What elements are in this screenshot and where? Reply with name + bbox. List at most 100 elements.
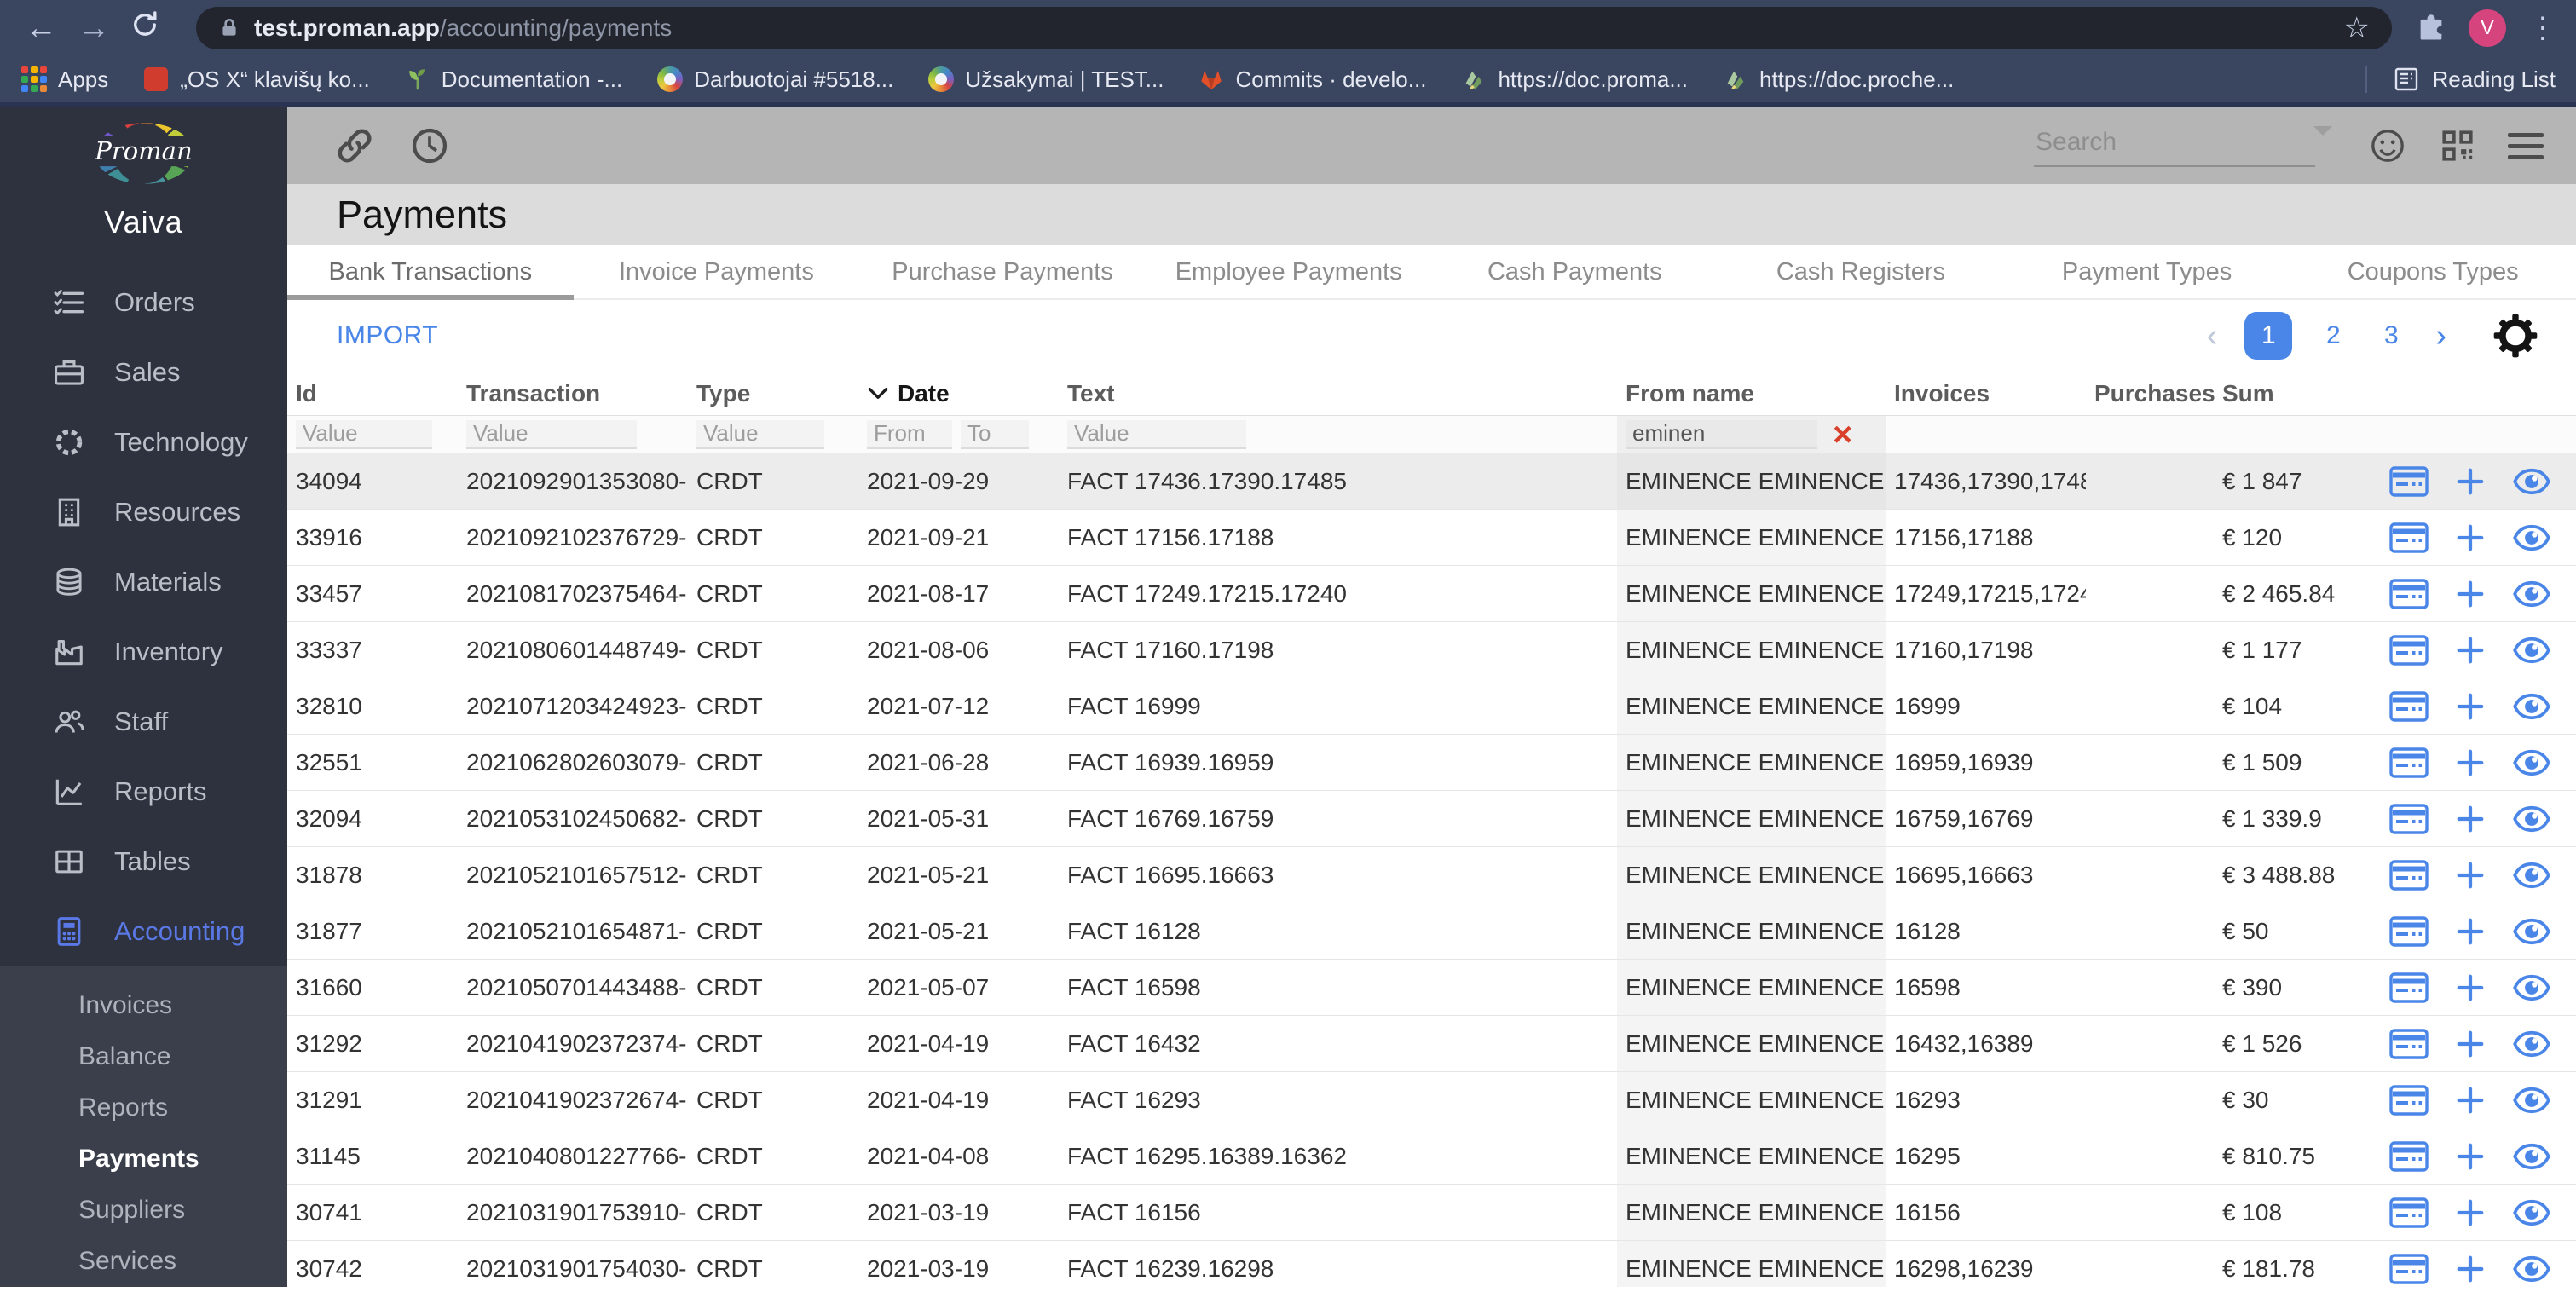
add-icon[interactable] — [2450, 858, 2491, 892]
menu-hamburger-icon[interactable] — [2508, 132, 2544, 159]
payment-card-icon[interactable] — [2388, 1196, 2429, 1230]
feedback-smiley-icon[interactable] — [2368, 126, 2407, 165]
bookmark-item[interactable]: Documentation -... — [404, 66, 622, 93]
tab[interactable]: Coupons Types — [2290, 245, 2576, 298]
view-eye-icon[interactable] — [2511, 1083, 2552, 1117]
add-icon[interactable] — [2450, 914, 2491, 949]
payment-card-icon[interactable] — [2388, 1139, 2429, 1174]
filter-type-input[interactable] — [696, 419, 824, 449]
add-icon[interactable] — [2450, 577, 2491, 611]
table-row[interactable]: 31291 2021041902372674-1 CRDT 2021-04-19… — [287, 1072, 2576, 1128]
filter-date-to-input[interactable] — [961, 419, 1029, 449]
payment-card-icon[interactable] — [2388, 858, 2429, 892]
add-icon[interactable] — [2450, 1083, 2491, 1117]
add-icon[interactable] — [2450, 971, 2491, 1005]
sidebar-item[interactable]: Orders — [0, 268, 287, 337]
payment-card-icon[interactable] — [2388, 464, 2429, 499]
filter-date-from-input[interactable] — [867, 419, 952, 449]
bookmark-item[interactable]: „OS X“ klavišų ko... — [142, 66, 370, 93]
view-eye-icon[interactable] — [2511, 914, 2552, 949]
extensions-icon[interactable] — [2416, 13, 2446, 43]
link-icon[interactable] — [335, 126, 374, 165]
view-eye-icon[interactable] — [2511, 464, 2552, 499]
payment-card-icon[interactable] — [2388, 914, 2429, 949]
sidebar-item[interactable]: Reports — [0, 757, 287, 827]
table-row[interactable]: 30741 2021031901753910-1 CRDT 2021-03-19… — [287, 1185, 2576, 1241]
tab[interactable]: Cash Payments — [1432, 245, 1718, 298]
view-eye-icon[interactable] — [2511, 1252, 2552, 1286]
table-row[interactable]: 31877 2021052101654871-1 CRDT 2021-05-21… — [287, 903, 2576, 960]
view-eye-icon[interactable] — [2511, 689, 2552, 724]
qr-code-icon[interactable] — [2438, 126, 2477, 165]
history-clock-icon[interactable] — [410, 126, 449, 165]
page-number[interactable]: 2 — [2316, 321, 2350, 350]
submenu-item[interactable]: Reports — [0, 1082, 287, 1133]
tab[interactable]: Purchase Payments — [859, 245, 1146, 298]
bookmark-item[interactable]: https://doc.proche... — [1722, 66, 1954, 93]
table-row[interactable]: 32810 2021071203424923-1 CRDT 2021-07-12… — [287, 678, 2576, 735]
tab[interactable]: Invoice Payments — [574, 245, 860, 298]
payment-card-icon[interactable] — [2388, 633, 2429, 667]
sidebar-item[interactable]: Technology — [0, 407, 287, 477]
table-row[interactable]: 30742 2021031901754030-1 CRDT 2021-03-19… — [287, 1241, 2576, 1287]
table-row[interactable]: 31660 2021050701443488-1 CRDT 2021-05-07… — [287, 960, 2576, 1016]
profile-avatar[interactable]: V — [2469, 9, 2506, 47]
bookmark-item[interactable]: Apps — [20, 66, 108, 93]
view-eye-icon[interactable] — [2511, 971, 2552, 1005]
filter-transaction-input[interactable] — [466, 419, 637, 449]
clear-filter-icon[interactable]: × — [1833, 418, 1852, 452]
table-row[interactable]: 33916 2021092102376729-1 CRDT 2021-09-21… — [287, 510, 2576, 566]
tab[interactable]: Cash Registers — [1718, 245, 2004, 298]
column-header-invoices[interactable]: Invoices — [1886, 380, 2086, 407]
payment-card-icon[interactable] — [2388, 1252, 2429, 1286]
submenu-item[interactable]: Services — [0, 1236, 287, 1287]
add-icon[interactable] — [2450, 1027, 2491, 1061]
table-row[interactable]: 32094 2021053102450682-1 CRDT 2021-05-31… — [287, 791, 2576, 847]
submenu-item[interactable]: Payments — [0, 1133, 287, 1185]
submenu-item[interactable]: Invoices — [0, 980, 287, 1031]
add-icon[interactable] — [2450, 689, 2491, 724]
sidebar-item[interactable]: Staff — [0, 687, 287, 757]
sidebar-item[interactable]: Sales — [0, 337, 287, 407]
view-eye-icon[interactable] — [2511, 633, 2552, 667]
table-settings-gear-icon[interactable] — [2492, 313, 2538, 359]
tab[interactable]: Bank Transactions — [287, 245, 574, 300]
submenu-item[interactable]: Suppliers — [0, 1185, 287, 1236]
add-icon[interactable] — [2450, 1139, 2491, 1174]
payment-card-icon[interactable] — [2388, 1027, 2429, 1061]
table-row[interactable]: 33457 2021081702375464-1 CRDT 2021-08-17… — [287, 566, 2576, 622]
add-icon[interactable] — [2450, 802, 2491, 836]
page-number[interactable]: 1 — [2244, 312, 2293, 360]
view-eye-icon[interactable] — [2511, 1196, 2552, 1230]
prev-page-icon[interactable]: ‹ — [2207, 320, 2218, 352]
filter-id-input[interactable] — [296, 419, 432, 449]
bookmark-star-icon[interactable]: ☆ — [2344, 11, 2370, 45]
back-icon[interactable]: ← — [19, 10, 63, 47]
table-row[interactable]: 31878 2021052101657512-1 CRDT 2021-05-21… — [287, 847, 2576, 903]
view-eye-icon[interactable] — [2511, 802, 2552, 836]
table-row[interactable]: 32551 2021062802603079-1 CRDT 2021-06-28… — [287, 735, 2576, 791]
add-icon[interactable] — [2450, 1196, 2491, 1230]
forward-icon[interactable]: → — [72, 10, 116, 47]
payment-card-icon[interactable] — [2388, 802, 2429, 836]
column-header-purchases[interactable]: Purchases — [2086, 380, 2215, 407]
view-eye-icon[interactable] — [2511, 1139, 2552, 1174]
add-icon[interactable] — [2450, 521, 2491, 555]
table-row[interactable]: 33337 2021080601448749-1 CRDT 2021-08-06… — [287, 622, 2576, 678]
add-icon[interactable] — [2450, 746, 2491, 780]
search-scope-caret-icon[interactable] — [2313, 126, 2332, 145]
next-page-icon[interactable]: › — [2435, 320, 2446, 352]
payment-card-icon[interactable] — [2388, 971, 2429, 1005]
table-row[interactable]: 31292 2021041902372374-1 CRDT 2021-04-19… — [287, 1016, 2576, 1072]
column-header-date[interactable]: Date — [858, 380, 1059, 407]
column-header-type[interactable]: Type — [688, 380, 858, 407]
column-header-id[interactable]: Id — [287, 380, 458, 407]
column-header-text[interactable]: Text — [1059, 380, 1617, 407]
bookmark-item[interactable]: https://doc.proma... — [1460, 66, 1688, 93]
payment-card-icon[interactable] — [2388, 577, 2429, 611]
sidebar-item[interactable]: Accounting — [0, 897, 287, 966]
proman-logo[interactable]: Proman — [90, 123, 197, 184]
page-number[interactable]: 3 — [2374, 321, 2408, 350]
column-header-transaction[interactable]: Transaction — [458, 380, 688, 407]
view-eye-icon[interactable] — [2511, 521, 2552, 555]
